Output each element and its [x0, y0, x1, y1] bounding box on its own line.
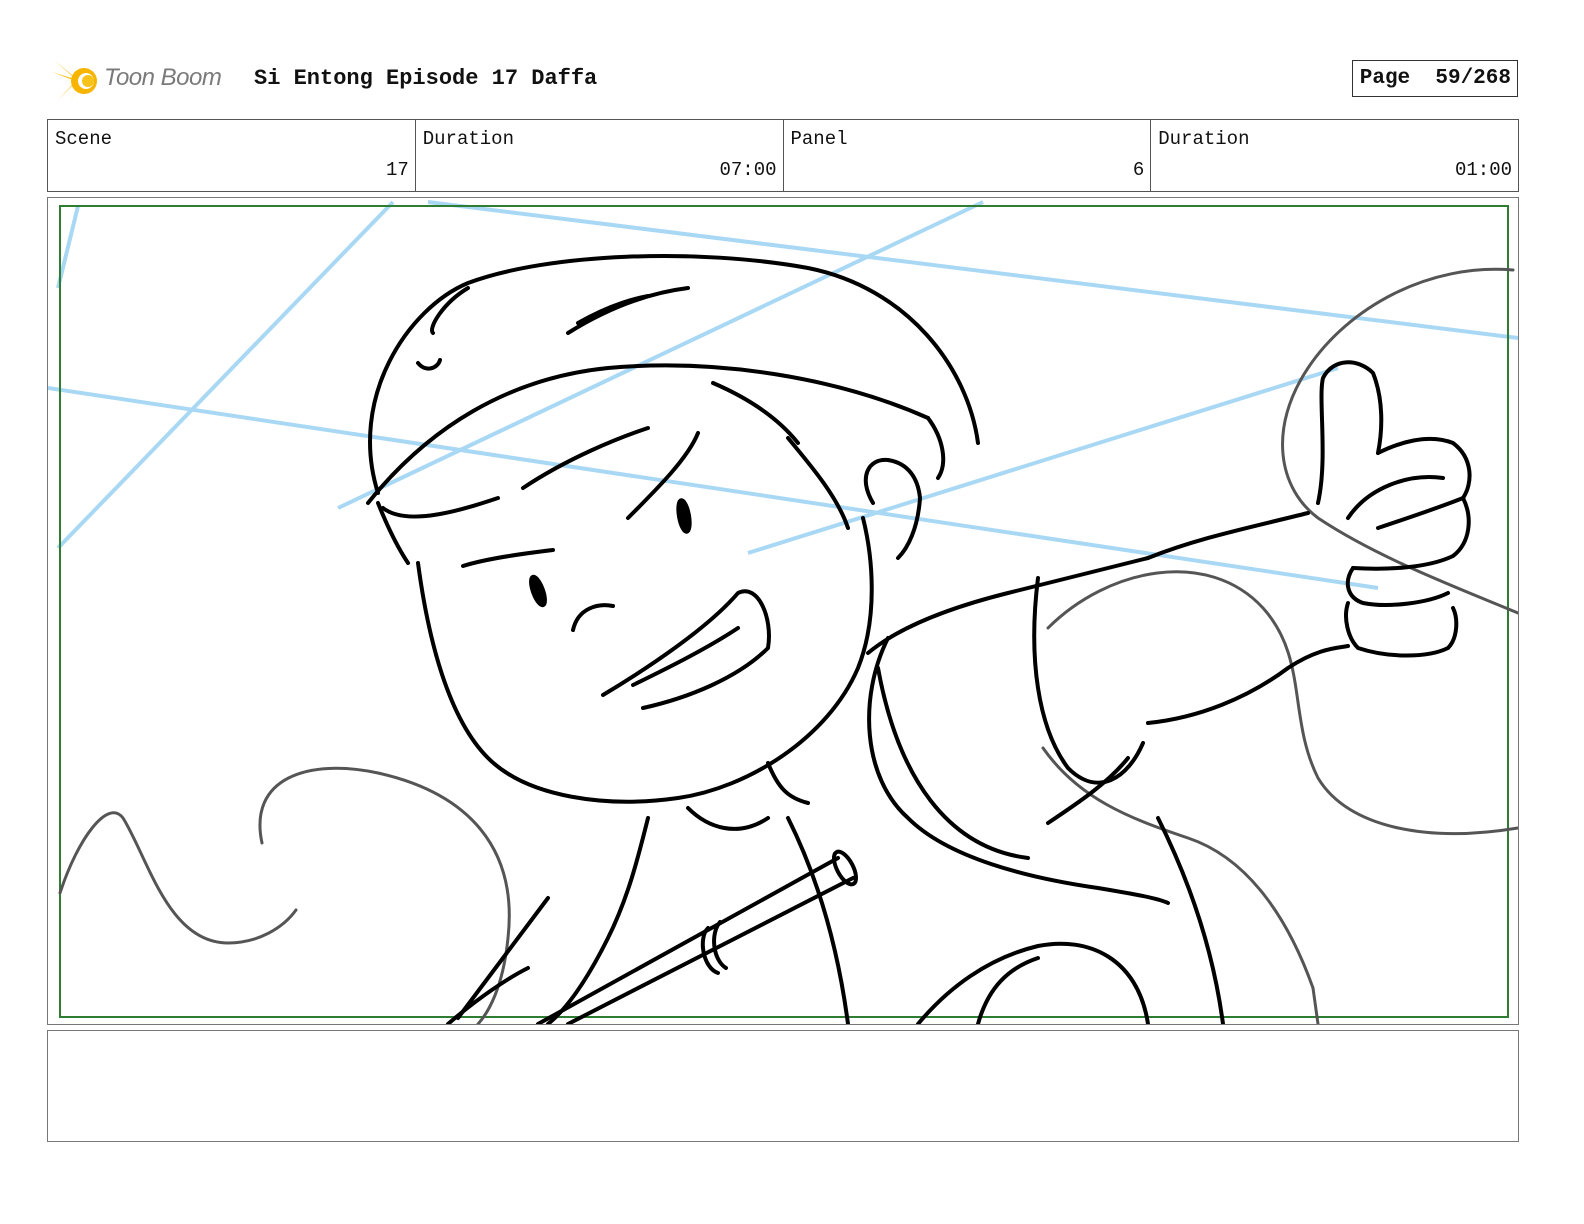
panel-label: Panel — [790, 128, 848, 150]
scene-value: 17 — [385, 159, 409, 181]
panel-duration-label: Duration — [1158, 128, 1250, 150]
page-value: 59/268 — [1435, 67, 1511, 90]
scene-duration-label: Duration — [422, 128, 514, 150]
scene-label: Scene — [55, 128, 113, 150]
blue-guide-lines — [48, 200, 1518, 590]
safe-frame — [59, 205, 1509, 1018]
storyboard-panel — [47, 197, 1519, 1025]
panel-duration-cell: Duration 01:00 — [1151, 120, 1518, 191]
toon-boom-burst-icon — [52, 56, 97, 106]
panel-info-row: Scene 17 Duration 07:00 Panel 6 Duration… — [47, 119, 1519, 192]
toon-boom-logo: Toon Boom — [52, 54, 242, 106]
storyboard-sketch — [48, 200, 1518, 1024]
scene-duration-value: 07:00 — [719, 159, 777, 181]
panel-cell: Panel 6 — [784, 120, 1152, 191]
page-header: Toon Boom Si Entong Episode 17 Daffa Pag… — [52, 52, 1532, 108]
scene-cell: Scene 17 — [48, 120, 416, 191]
scene-duration-cell: Duration 07:00 — [416, 120, 784, 191]
page-counter: Page 59/268 — [1351, 60, 1518, 97]
panel-value: 6 — [1132, 159, 1145, 181]
page-label: Page — [1359, 67, 1411, 90]
project-title: Si Entong Episode 17 Daffa — [254, 66, 598, 91]
logo-text: Toon Boom — [104, 64, 222, 91]
panel-duration-value: 01:00 — [1454, 159, 1512, 181]
panel-notes-box — [47, 1030, 1519, 1142]
